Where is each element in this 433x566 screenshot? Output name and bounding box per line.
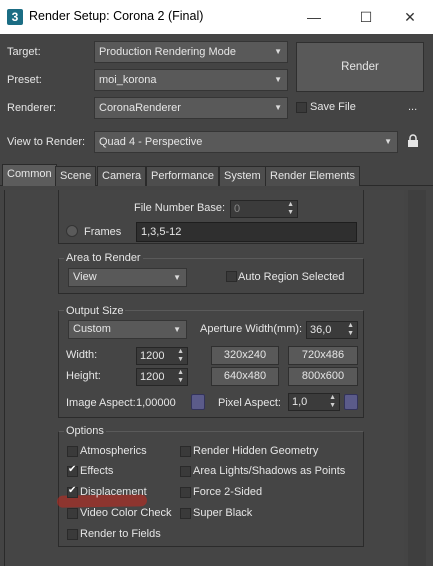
- render-to-fields-label: Render to Fields: [80, 528, 161, 540]
- pixel-aspect-value: 1,0: [292, 396, 308, 408]
- auto-region-selected-checkbox[interactable]: [226, 271, 237, 282]
- effects-label: Effects: [80, 465, 114, 477]
- preset-720x486-button[interactable]: 720x486: [288, 346, 358, 365]
- more-options-button[interactable]: ...: [408, 101, 417, 113]
- chevron-down-icon: ▼: [274, 103, 282, 112]
- chevron-down-icon: ▼: [384, 137, 392, 146]
- image-aspect-value: 1,00000: [136, 397, 176, 409]
- preset-640x480-button[interactable]: 640x480: [211, 367, 279, 386]
- height-spinner[interactable]: 1200 ▲ ▼: [136, 368, 188, 386]
- auto-region-selected-label: Auto Region Selected: [238, 271, 345, 283]
- save-file-checkbox[interactable]: [296, 102, 307, 113]
- pixel-aspect-spinner[interactable]: 1,0 ▲ ▼: [288, 393, 340, 411]
- video-color-check-label: Video Color Check: [80, 507, 172, 519]
- displacement-label: Displacement: [80, 486, 147, 498]
- target-dropdown[interactable]: Production Rendering Mode ▼: [94, 41, 288, 63]
- renderer-dropdown[interactable]: CoronaRenderer ▼: [94, 97, 288, 119]
- height-value: 1200: [140, 371, 165, 383]
- video-color-check-checkbox[interactable]: [67, 508, 78, 519]
- area-lights-shadows-label: Area Lights/Shadows as Points: [193, 465, 346, 477]
- chevron-down-icon: ▼: [173, 273, 181, 282]
- view-to-render-dropdown[interactable]: Quad 4 - Perspective ▼: [94, 131, 398, 153]
- area-to-render-value: View: [73, 271, 97, 283]
- width-label: Width:: [66, 349, 98, 361]
- file-number-base-label: File Number Base:: [134, 202, 226, 214]
- spinner-arrows-icon: ▲ ▼: [177, 348, 184, 363]
- super-black-label: Super Black: [193, 507, 253, 519]
- renderer-value: CoronaRenderer: [99, 102, 181, 114]
- atmospherics-label: Atmospherics: [80, 445, 147, 457]
- spinner-arrows-icon: ▲ ▼: [177, 369, 184, 384]
- render-hidden-geometry-label: Render Hidden Geometry: [193, 445, 319, 457]
- target-label: Target:: [7, 46, 41, 58]
- width-value: 1200: [140, 350, 165, 362]
- preset-value: moi_korona: [99, 74, 157, 86]
- options-title: Options: [64, 425, 106, 437]
- spinner-arrows-icon: ▲ ▼: [347, 322, 354, 337]
- file-number-base-value: 0: [234, 203, 241, 215]
- area-to-render-title: Area to Render: [64, 252, 143, 264]
- super-black-checkbox[interactable]: [180, 508, 191, 519]
- chevron-down-icon: ▼: [274, 75, 282, 84]
- tab-scene[interactable]: Scene: [55, 166, 97, 186]
- minimize-button[interactable]: —: [291, 4, 337, 30]
- area-lights-shadows-checkbox[interactable]: [180, 466, 191, 477]
- image-aspect-label: Image Aspect:: [66, 397, 136, 409]
- atmospherics-checkbox[interactable]: [67, 446, 78, 457]
- maximize-button[interactable]: ☐: [343, 4, 389, 30]
- target-value: Production Rendering Mode: [99, 46, 236, 58]
- view-to-render-value: Quad 4 - Perspective: [99, 136, 203, 148]
- frames-input[interactable]: 1,3,5-12: [136, 222, 357, 242]
- preset-dropdown[interactable]: moi_korona ▼: [94, 69, 288, 91]
- pixel-aspect-lock-icon[interactable]: [344, 394, 358, 410]
- width-spinner[interactable]: 1200 ▲ ▼: [136, 347, 188, 365]
- scrollbar[interactable]: [408, 190, 426, 566]
- lock-icon[interactable]: [407, 134, 419, 148]
- displacement-checkbox[interactable]: [67, 485, 78, 498]
- output-size-title: Output Size: [64, 305, 126, 317]
- tab-system[interactable]: System: [219, 166, 266, 186]
- save-file-label: Save File: [310, 101, 356, 113]
- tab-camera[interactable]: Camera: [97, 166, 147, 186]
- image-aspect-lock-icon[interactable]: [191, 394, 205, 410]
- aperture-width-value: 36,0: [310, 324, 332, 336]
- render-hidden-geometry-checkbox[interactable]: [180, 446, 191, 457]
- preset-800x600-button[interactable]: 800x600: [288, 367, 358, 386]
- file-number-base-spinner[interactable]: 0 ▲ ▼: [230, 200, 298, 218]
- pixel-aspect-label: Pixel Aspect:: [218, 397, 281, 409]
- preset-320x240-button[interactable]: 320x240: [211, 346, 279, 365]
- output-size-preset-value: Custom: [73, 323, 111, 335]
- output-size-preset-dropdown[interactable]: Custom ▼: [68, 320, 187, 339]
- tab-performance[interactable]: Performance: [146, 166, 219, 186]
- title-bar: 3 Render Setup: Corona 2 (Final) — ☐ ✕: [0, 0, 433, 34]
- 3dsmax-app-icon: 3: [7, 9, 23, 25]
- tab-common[interactable]: Common: [2, 164, 57, 187]
- force-2-sided-label: Force 2-Sided: [193, 486, 263, 498]
- close-button[interactable]: ✕: [387, 4, 433, 30]
- preset-label: Preset:: [7, 74, 42, 86]
- aperture-width-spinner[interactable]: 36,0 ▲ ▼: [306, 321, 358, 339]
- frames-label: Frames: [84, 226, 122, 238]
- effects-checkbox[interactable]: [67, 464, 78, 477]
- render-button[interactable]: Render: [296, 42, 424, 92]
- force-2-sided-checkbox[interactable]: [180, 487, 191, 498]
- area-to-render-dropdown[interactable]: View ▼: [68, 268, 187, 287]
- chevron-down-icon: ▼: [173, 325, 181, 334]
- frames-radio[interactable]: [66, 225, 78, 237]
- chevron-down-icon: ▼: [274, 47, 282, 56]
- height-label: Height:: [66, 370, 101, 382]
- aperture-width-label: Aperture Width(mm):: [200, 323, 303, 335]
- renderer-label: Renderer:: [7, 102, 56, 114]
- spinner-arrows-icon: ▲ ▼: [287, 201, 294, 216]
- window-title: Render Setup: Corona 2 (Final): [29, 9, 204, 23]
- spinner-arrows-icon: ▲ ▼: [329, 394, 336, 409]
- view-to-render-label: View to Render:: [7, 136, 86, 148]
- render-to-fields-checkbox[interactable]: [67, 529, 78, 540]
- tab-render-elements[interactable]: Render Elements: [265, 166, 360, 186]
